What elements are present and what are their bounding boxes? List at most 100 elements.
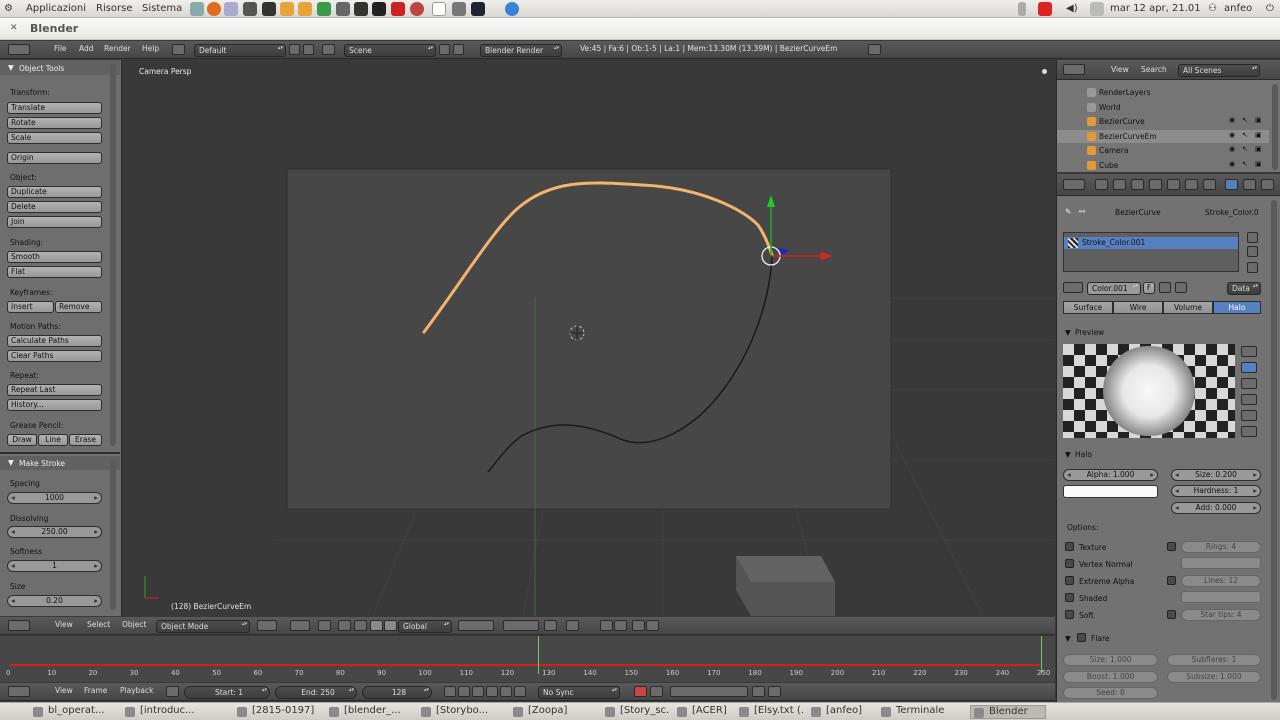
rings-checkbox[interactable] <box>1167 542 1176 551</box>
new-material-icon[interactable] <box>1159 282 1171 293</box>
monitor-icon[interactable] <box>471 2 485 16</box>
halo-panel-title[interactable]: Halo <box>1075 450 1092 459</box>
layers-icon-2[interactable] <box>503 620 539 631</box>
timeline-area[interactable]: 0 10 20 30 40 50 60 70 80 90 100 110 120 130 140 150 160… <box>0 636 1055 682</box>
texture-tab-icon[interactable] <box>1243 179 1256 190</box>
pivot-icon[interactable] <box>290 620 310 631</box>
app-icon-5[interactable] <box>372 2 386 16</box>
make-stroke-header[interactable]: ▼ Make Stroke <box>0 456 120 470</box>
extreme-alpha-checkbox[interactable] <box>1065 576 1074 585</box>
rotate-button[interactable]: Rotate <box>7 117 102 129</box>
pdf-icon[interactable] <box>391 2 405 16</box>
preview-flat-icon[interactable] <box>1241 346 1257 357</box>
outliner-row[interactable]: BezierCurve ◉ ↖ ▣ <box>1057 115 1269 128</box>
editor-type-icon[interactable] <box>1063 179 1085 190</box>
preview-range-icon[interactable] <box>166 686 179 697</box>
applications-icon[interactable]: ⚙ <box>4 3 13 14</box>
eye-icon[interactable]: ◉ <box>1229 116 1235 124</box>
preview-sphere-icon[interactable] <box>1241 362 1257 373</box>
repeat-last-button[interactable]: Repeat Last <box>7 384 102 396</box>
render-anim-icon[interactable] <box>646 620 659 631</box>
add-layout-icon[interactable] <box>289 44 300 55</box>
scale-manip-icon-2[interactable] <box>384 620 397 631</box>
taskbar-item[interactable]: [anfeo] <box>808 705 874 719</box>
flat-button[interactable]: Flat <box>7 266 102 278</box>
remove-scene-icon[interactable] <box>453 44 464 55</box>
current-frame-indicator[interactable] <box>538 636 539 674</box>
collapse-icon[interactable]: ▼ <box>8 63 14 72</box>
modifiers-tab-icon[interactable] <box>1203 179 1216 190</box>
menu-risorse[interactable]: Risorse <box>96 3 133 14</box>
network-icon[interactable] <box>505 2 519 16</box>
manipulator-toggle-icon[interactable] <box>318 620 331 631</box>
collapse-icon[interactable]: ▼ <box>1065 634 1071 643</box>
duplicate-button[interactable]: Duplicate <box>7 186 102 198</box>
texture-checkbox[interactable] <box>1065 542 1074 551</box>
menu-frame[interactable]: Frame <box>84 686 107 695</box>
smooth-button[interactable]: Smooth <box>7 251 102 263</box>
menu-view[interactable]: View <box>1111 65 1129 74</box>
app-icon[interactable] <box>280 2 294 16</box>
translate-button[interactable]: Translate <box>7 102 102 114</box>
material-tab-icon[interactable] <box>1225 179 1238 190</box>
app-icon-7[interactable] <box>432 2 446 16</box>
properties-scrollbar[interactable] <box>1271 200 1277 700</box>
flare-panel-title[interactable]: Flare <box>1091 634 1110 643</box>
camera-icon[interactable]: ▣ <box>1255 116 1262 124</box>
editor-type-icon[interactable] <box>8 44 30 55</box>
mode-select[interactable]: Object Mode <box>156 620 250 633</box>
terminal-icon[interactable] <box>243 2 257 16</box>
record-icon[interactable] <box>634 686 647 697</box>
taskbar-item[interactable]: [blender_... <box>326 705 414 719</box>
tray-icon[interactable] <box>1018 2 1026 16</box>
rotate-manip-icon[interactable] <box>354 620 367 631</box>
window-titlebar[interactable]: ✕ Blender <box>0 18 1280 40</box>
add-field[interactable]: Add: 0.000 <box>1171 502 1261 514</box>
scale-manip-icon[interactable] <box>370 620 383 631</box>
clock[interactable]: mar 12 apr, 21.01 <box>1110 3 1201 14</box>
world-tab-icon[interactable] <box>1149 179 1162 190</box>
remove-layout-icon[interactable] <box>303 44 314 55</box>
user-name[interactable]: anfeo <box>1224 3 1252 14</box>
taskbar-item[interactable]: [ACER] <box>674 705 732 719</box>
rings-field[interactable]: Rings: 4 <box>1181 541 1261 553</box>
softness-field[interactable]: 1 <box>7 560 102 572</box>
tab-halo[interactable]: Halo <box>1213 301 1261 314</box>
scene-tab-icon[interactable] <box>1131 179 1144 190</box>
close-icon[interactable]: ✕ <box>10 23 18 33</box>
delete-keyframe-icon[interactable] <box>768 686 781 697</box>
translate-manip-icon[interactable] <box>338 620 351 631</box>
alpha-field[interactable]: Alpha: 1.000 <box>1063 469 1158 481</box>
lines-checkbox[interactable] <box>1167 576 1176 585</box>
flare-subsize-field[interactable]: Subsize: 1.000 <box>1167 671 1261 683</box>
material-name-field[interactable]: Color.001 <box>1087 282 1141 295</box>
camera-icon[interactable]: ▣ <box>1255 145 1262 153</box>
cursor-icon[interactable]: ↖ <box>1242 116 1248 124</box>
keying-icon[interactable] <box>650 686 663 697</box>
layers-tab-icon[interactable] <box>1113 179 1126 190</box>
menu-add[interactable]: Add <box>79 44 94 53</box>
spacing-field[interactable]: 1000 <box>7 492 102 504</box>
flare-checkbox[interactable] <box>1077 633 1086 642</box>
material-slot-list[interactable]: Stroke_Color.001 <box>1063 232 1239 272</box>
start-frame-field[interactable]: Start: 1 <box>184 686 270 699</box>
halo-color-swatch[interactable] <box>1063 485 1158 498</box>
camera-icon[interactable]: ▣ <box>1255 160 1262 168</box>
flare-seed-field[interactable]: Seed: 0 <box>1063 687 1158 699</box>
taskbar-item[interactable]: [introduc... <box>122 705 230 719</box>
constraints-tab-icon[interactable] <box>1185 179 1198 190</box>
vertex-normal-checkbox[interactable] <box>1065 559 1074 568</box>
firefox-icon[interactable] <box>207 2 221 16</box>
material-browse-icon[interactable] <box>1063 282 1083 293</box>
record-icon[interactable] <box>1038 2 1052 16</box>
render-tab-icon[interactable] <box>1095 179 1108 190</box>
tool-shelf-scrollbar[interactable] <box>110 64 116 446</box>
orientation-select[interactable]: Global <box>398 620 452 633</box>
menu-file[interactable]: File <box>54 44 67 53</box>
origin-button[interactable]: Origin <box>7 152 102 164</box>
add-scene-icon[interactable] <box>439 44 450 55</box>
play-icon[interactable] <box>486 686 498 697</box>
outliner-row[interactable]: Camera ◉ ↖ ▣ <box>1057 144 1269 157</box>
insert-keyframe-button[interactable]: Insert <box>7 301 54 313</box>
insert-keyframe-icon[interactable] <box>752 686 765 697</box>
